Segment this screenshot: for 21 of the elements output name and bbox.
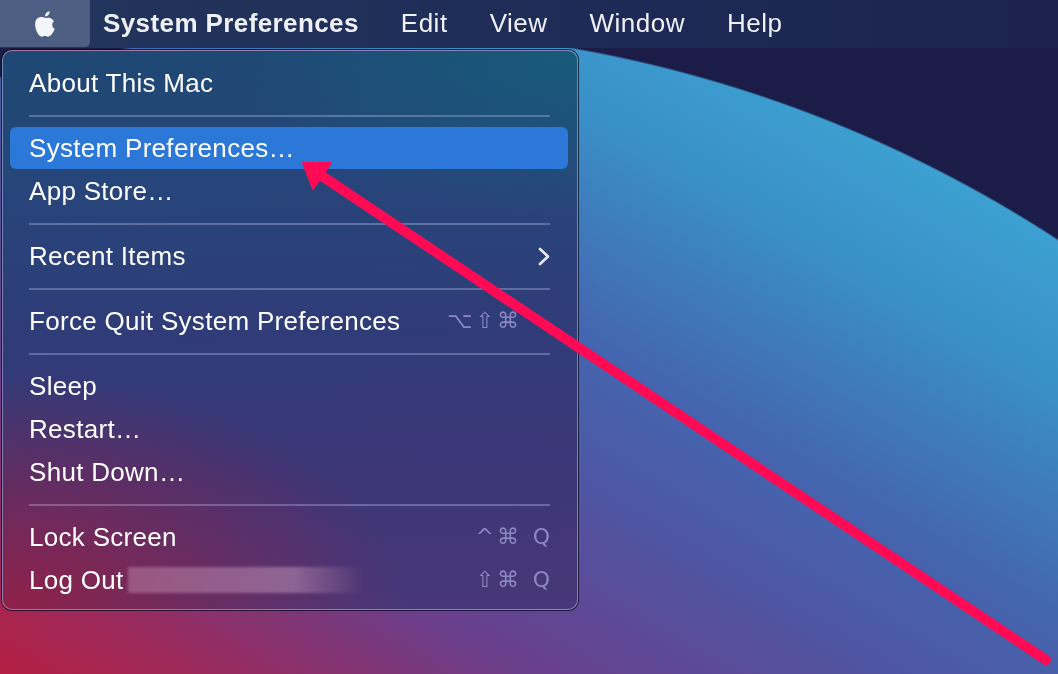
apple-icon xyxy=(34,10,56,37)
menu-bar-item[interactable]: Window xyxy=(579,0,695,47)
menu-item[interactable]: Restart… xyxy=(10,408,568,450)
menu-item[interactable]: Sleep xyxy=(10,365,568,407)
menu-bar-item[interactable]: View xyxy=(479,0,558,47)
menu-item[interactable]: Force Quit System Preferences ⌥⇧⌘ xyxy=(10,300,568,342)
menu-bar-item[interactable]: Edit xyxy=(390,0,458,47)
apple-menu-button[interactable] xyxy=(0,0,90,47)
shortcut-modifiers: ^⌘ xyxy=(475,526,522,548)
menu-item[interactable]: Recent Items xyxy=(10,235,568,277)
menu-item[interactable]: Shut Down… xyxy=(10,451,568,493)
menu-item[interactable]: Log Out ⇧⌘ Q xyxy=(10,559,568,601)
menu-item[interactable]: About This Mac xyxy=(10,62,568,104)
shortcut-key: Q xyxy=(532,526,550,548)
menu-item[interactable]: Lock Screen ^⌘ Q xyxy=(10,516,568,558)
shortcut-modifiers: ⇧⌘ xyxy=(475,569,522,591)
menu-item[interactable]: System Preferences… xyxy=(10,127,568,169)
shortcut-modifiers: ⌥⇧⌘ xyxy=(447,310,522,332)
menu-bar-item[interactable]: Help xyxy=(717,0,793,47)
shortcut-key: Q xyxy=(532,569,550,591)
app-menu-title[interactable]: System Preferences xyxy=(93,0,369,47)
